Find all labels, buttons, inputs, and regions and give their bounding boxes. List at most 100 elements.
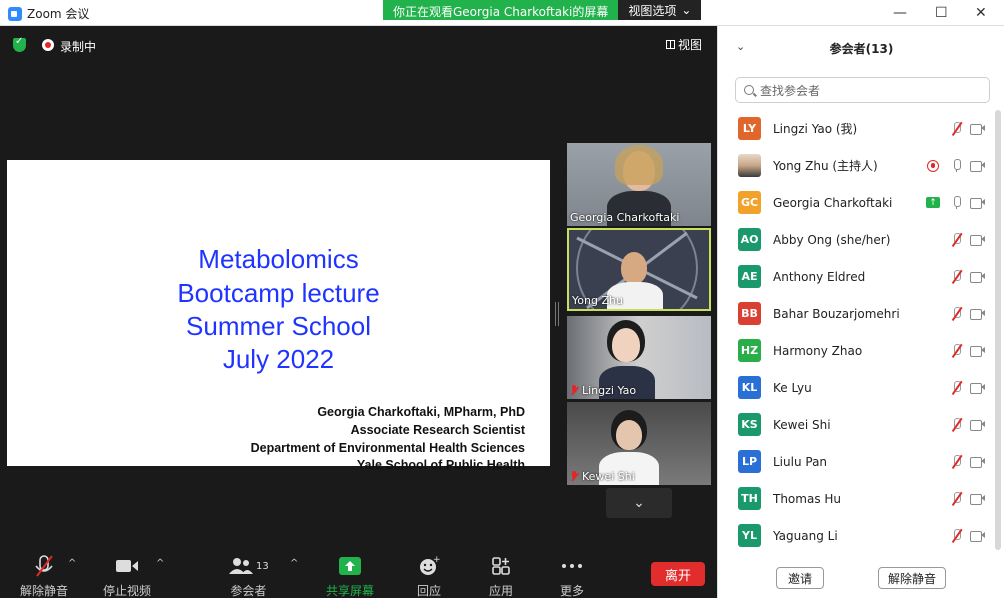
video-options-caret-icon[interactable]: ^ <box>156 558 164 569</box>
participant-row[interactable]: GC Georgia Charkoftaki ↑ <box>718 184 1004 221</box>
participant-row[interactable]: HZ Harmony Zhao <box>718 332 1004 369</box>
participant-row[interactable]: LP Liulu Pan <box>718 443 1004 480</box>
reactions-button[interactable]: + 回应 <box>417 554 441 598</box>
video-camera-icon[interactable] <box>970 234 985 246</box>
meeting-area: 录制中 视图 Metabolomics Bootcamp lecture Sum… <box>0 26 717 598</box>
video-tile-name: Georgia Charkoftaki <box>570 211 679 224</box>
more-dots-icon <box>561 554 583 578</box>
view-options-button[interactable]: 视图选项 ⌄ <box>618 0 702 20</box>
stop-video-button[interactable]: 停止视频 <box>103 554 151 598</box>
participant-row[interactable]: KS Kewei Shi <box>718 406 1004 443</box>
mic-muted-icon <box>570 471 579 482</box>
mic-muted-icon[interactable] <box>950 269 964 285</box>
mic-muted-icon[interactable] <box>950 306 964 322</box>
participants-panel: ⌄ 参会者(13) 查找参会者 LY Lingzi Yao (我) Yong Z… <box>717 26 1004 598</box>
participant-name: Anthony Eldred <box>773 269 866 284</box>
mic-muted-icon[interactable] <box>950 121 964 137</box>
panel-scrollbar[interactable] <box>995 110 1001 550</box>
participant-row[interactable]: AE Anthony Eldred <box>718 258 1004 295</box>
video-camera-icon[interactable] <box>970 419 985 431</box>
participant-row[interactable]: BB Bahar Bouzarjomehri <box>718 295 1004 332</box>
reactions-label: 回应 <box>417 584 442 598</box>
video-tile-active-speaker[interactable]: Yong Zhu <box>567 228 711 311</box>
leave-button[interactable]: 离开 <box>651 562 705 586</box>
svg-text:+: + <box>433 555 440 565</box>
invite-button[interactable]: 邀请 <box>776 567 824 589</box>
video-camera-icon[interactable] <box>970 456 985 468</box>
audio-options-caret-icon[interactable]: ^ <box>68 558 76 569</box>
meeting-toolbar: 解除静音 ^ 停止视频 ^ 13 参会者 ^ 共享屏幕 + 回应 应用 更多 离… <box>0 548 717 598</box>
participant-name: Yaguang Li <box>773 528 838 543</box>
video-camera-icon[interactable] <box>970 530 985 542</box>
slide-author-line: Associate Research Scientist <box>350 423 525 437</box>
mic-muted-icon[interactable] <box>950 417 964 433</box>
zoom-logo-icon <box>8 6 22 21</box>
participant-name: Georgia Charkoftaki <box>773 195 893 210</box>
view-button[interactable]: 视图 <box>666 36 702 53</box>
participant-row[interactable]: LY Lingzi Yao (我) <box>718 110 1004 147</box>
tile-name-text: Yong Zhu <box>572 294 623 307</box>
maximize-icon[interactable]: ☐ <box>935 5 948 21</box>
video-camera-icon[interactable] <box>970 197 985 209</box>
mic-muted-icon[interactable] <box>950 491 964 507</box>
unmute-all-button[interactable]: 解除静音 <box>878 567 946 589</box>
close-icon[interactable]: ✕ <box>975 5 987 21</box>
video-camera-icon[interactable] <box>970 493 985 505</box>
video-tile[interactable]: Lingzi Yao <box>567 316 711 399</box>
video-tile[interactable]: Kewei Shi <box>567 402 711 485</box>
apps-button[interactable]: 应用 <box>489 554 513 598</box>
video-camera-icon[interactable] <box>970 382 985 394</box>
participant-name: Abby Ong (she/her) <box>773 232 891 247</box>
slide-title-line: July 2022 <box>222 344 335 374</box>
recording-label: 录制中 <box>60 40 97 54</box>
mic-muted-icon[interactable] <box>950 343 964 359</box>
mic-muted-icon[interactable] <box>950 232 964 248</box>
chevron-down-icon: ⌄ <box>633 495 645 511</box>
mic-muted-icon[interactable] <box>950 454 964 470</box>
resize-handle[interactable] <box>555 302 559 326</box>
view-label: 视图 <box>678 38 703 52</box>
video-camera-icon[interactable] <box>970 123 985 135</box>
view-grid-icon <box>666 40 675 49</box>
mic-icon[interactable] <box>951 158 963 173</box>
slide-author-line: Georgia Charkoftaki, MPharm, PhD <box>317 405 525 419</box>
mic-muted-icon[interactable] <box>950 380 964 396</box>
participant-search-input[interactable]: 查找参会者 <box>735 77 990 103</box>
tile-name-text: Georgia Charkoftaki <box>570 211 680 224</box>
viewing-banner-text: 你正在观看Georgia Charkoftaki的屏幕 <box>383 0 619 20</box>
minimize-icon[interactable]: — <box>893 5 907 21</box>
slide-title-line: Bootcamp lecture <box>177 278 380 308</box>
participant-row[interactable]: YL Yaguang Li <box>718 517 1004 554</box>
apps-label: 应用 <box>489 584 514 598</box>
mic-muted-icon[interactable] <box>950 528 964 544</box>
recording-icon <box>42 39 54 51</box>
participant-row[interactable]: AO Abby Ong (she/her) <box>718 221 1004 258</box>
window-title: Zoom 会议 <box>27 7 90 21</box>
unmute-button[interactable]: 解除静音 <box>20 554 68 598</box>
participant-name: Harmony Zhao <box>773 343 863 358</box>
more-tiles-button[interactable]: ⌄ <box>606 488 672 518</box>
more-button[interactable]: 更多 <box>560 554 584 598</box>
recording-icon <box>927 159 939 172</box>
participant-name: Ke Lyu <box>773 380 812 395</box>
video-camera-icon[interactable] <box>970 160 985 172</box>
app-title: Zoom 会议 <box>8 5 89 22</box>
video-tile[interactable]: Georgia Charkoftaki <box>567 143 711 226</box>
avatar: AE <box>738 265 761 288</box>
participant-row[interactable]: TH Thomas Hu <box>718 480 1004 517</box>
search-placeholder: 查找参会者 <box>760 83 821 98</box>
mic-icon[interactable] <box>951 195 963 210</box>
viewing-banner: 你正在观看Georgia Charkoftaki的屏幕 视图选项 ⌄ <box>383 0 702 20</box>
video-camera-icon[interactable] <box>970 271 985 283</box>
participant-video <box>621 252 647 284</box>
participants-options-caret-icon[interactable]: ^ <box>290 558 298 569</box>
slide-author-line: Department of Environmental Health Scien… <box>250 441 525 455</box>
video-camera-icon[interactable] <box>970 345 985 357</box>
participant-row[interactable]: KL Ke Lyu <box>718 369 1004 406</box>
participants-button[interactable]: 13 参会者 <box>228 554 269 598</box>
video-camera-icon[interactable] <box>970 308 985 320</box>
participant-row[interactable]: Yong Zhu (主持人) <box>718 147 1004 184</box>
avatar: LY <box>738 117 761 140</box>
security-shield-icon[interactable] <box>13 36 26 52</box>
share-screen-button[interactable]: 共享屏幕 <box>326 554 374 598</box>
